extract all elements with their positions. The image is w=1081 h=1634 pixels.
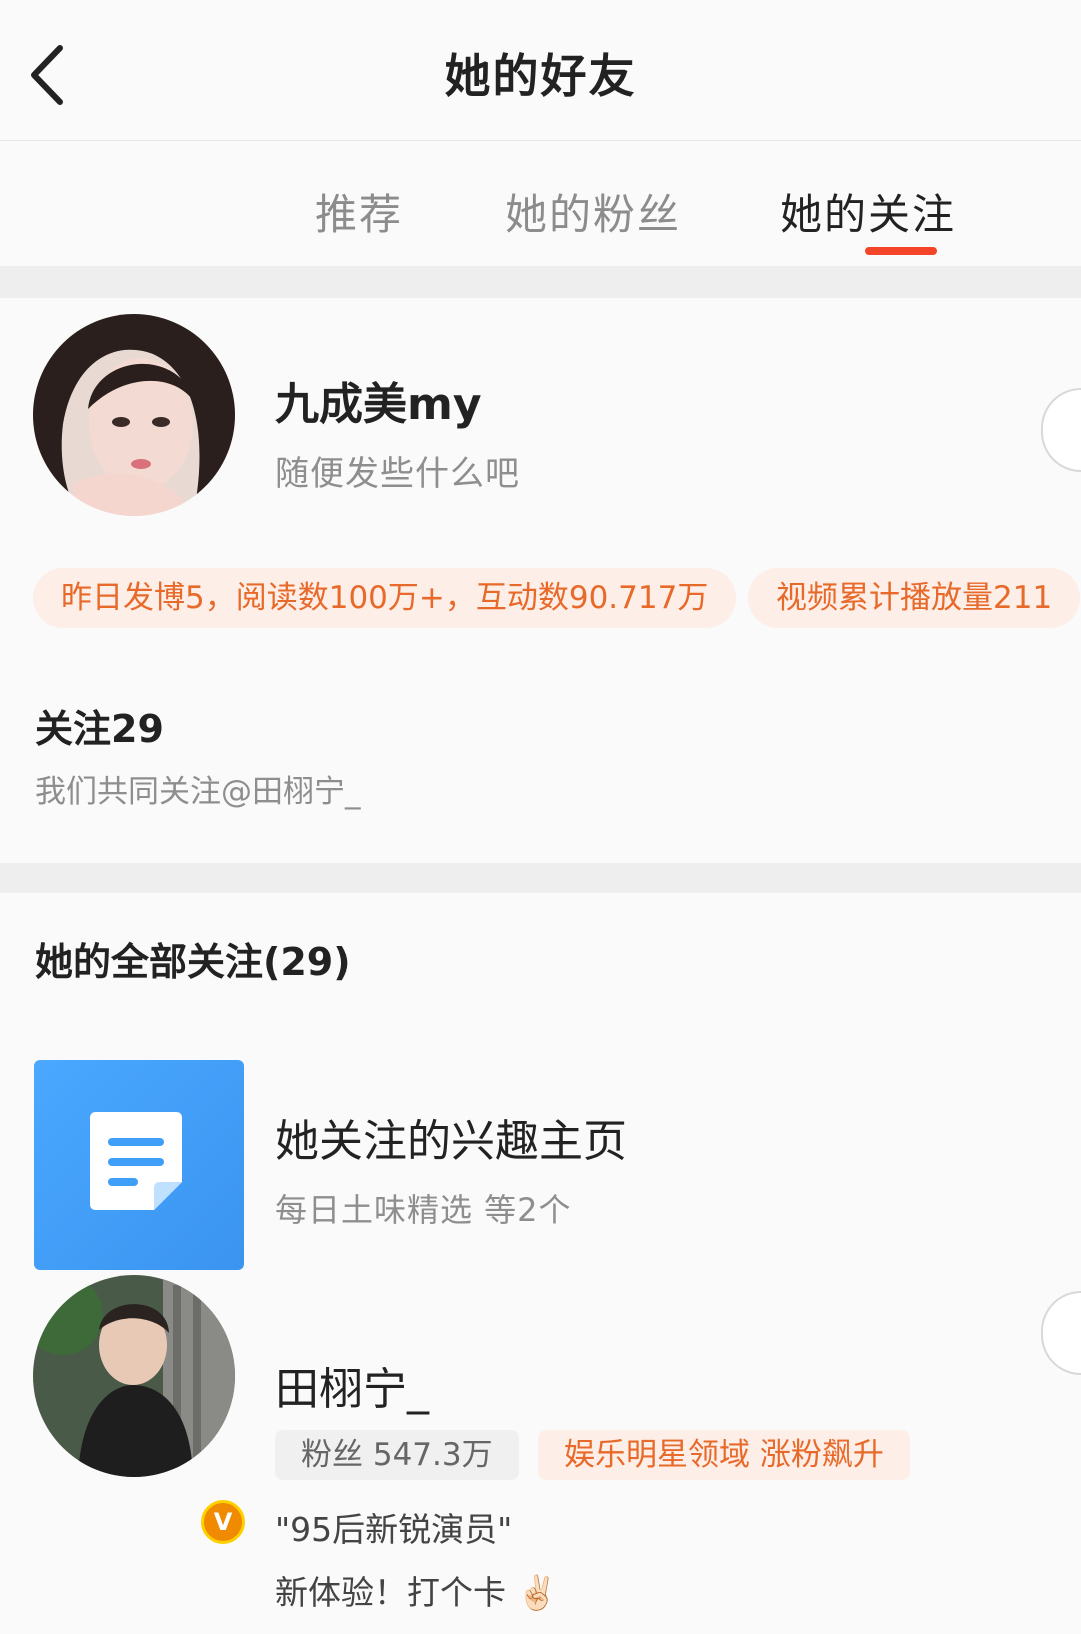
follow-button[interactable] <box>1041 1291 1081 1375</box>
user-name[interactable]: 田栩宁_ <box>275 1353 429 1417</box>
following-list: 她的全部关注(29) 她关注的兴趣主页 每日土味精选 等2个 田栩宁_ 粉丝 5… <box>0 893 1081 1634</box>
tab-her-following[interactable]: 她的关注 <box>780 181 956 242</box>
section-divider <box>0 863 1081 893</box>
user-avatar[interactable] <box>33 1275 235 1477</box>
profile-name[interactable]: 九成美my <box>275 368 482 432</box>
user-description: "95后新锐演员" <box>275 1510 513 1549</box>
avatar[interactable] <box>33 314 235 516</box>
mutual-follow-text[interactable]: 我们共同关注@田栩宁_ <box>35 766 361 811</box>
user-latest-post[interactable]: 新体验！打个卡 ✌🏻 <box>275 1566 558 1614</box>
list-title: 她的全部关注(29) <box>35 940 351 984</box>
follow-button[interactable] <box>1041 388 1081 472</box>
nav-bar: 她的好友 <box>0 0 1081 141</box>
tab-bar: 推荐 她的粉丝 她的关注 <box>0 141 1081 266</box>
tab-recommend[interactable]: 推荐 <box>315 181 403 242</box>
tab-indicator <box>865 247 937 255</box>
profile-bio: 随便发些什么吧 <box>275 454 520 494</box>
page-title: 她的好友 <box>444 49 637 103</box>
follow-count: 关注29 <box>35 707 164 751</box>
fans-count-tag: 粉丝 547.3万 <box>275 1430 519 1480</box>
interest-title[interactable]: 她关注的兴趣主页 <box>275 1105 627 1169</box>
profile-card: 九成美my 随便发些什么吧 昨日发博5，阅读数100万+，互动数90.717万 … <box>0 298 1081 863</box>
interest-subtitle: 每日土味精选 等2个 <box>275 1191 572 1229</box>
stat-pill-video: 视频累计播放量211 <box>748 568 1081 628</box>
section-divider <box>0 266 1081 298</box>
stat-pill-weibo: 昨日发博5，阅读数100万+，互动数90.717万 <box>33 568 737 628</box>
rank-tag[interactable]: 娱乐明星领域 涨粉飙升 <box>538 1430 910 1480</box>
tab-her-fans[interactable]: 她的粉丝 <box>505 181 681 242</box>
interest-page-icon[interactable] <box>34 1060 244 1270</box>
verified-badge-icon: V <box>201 1500 245 1544</box>
